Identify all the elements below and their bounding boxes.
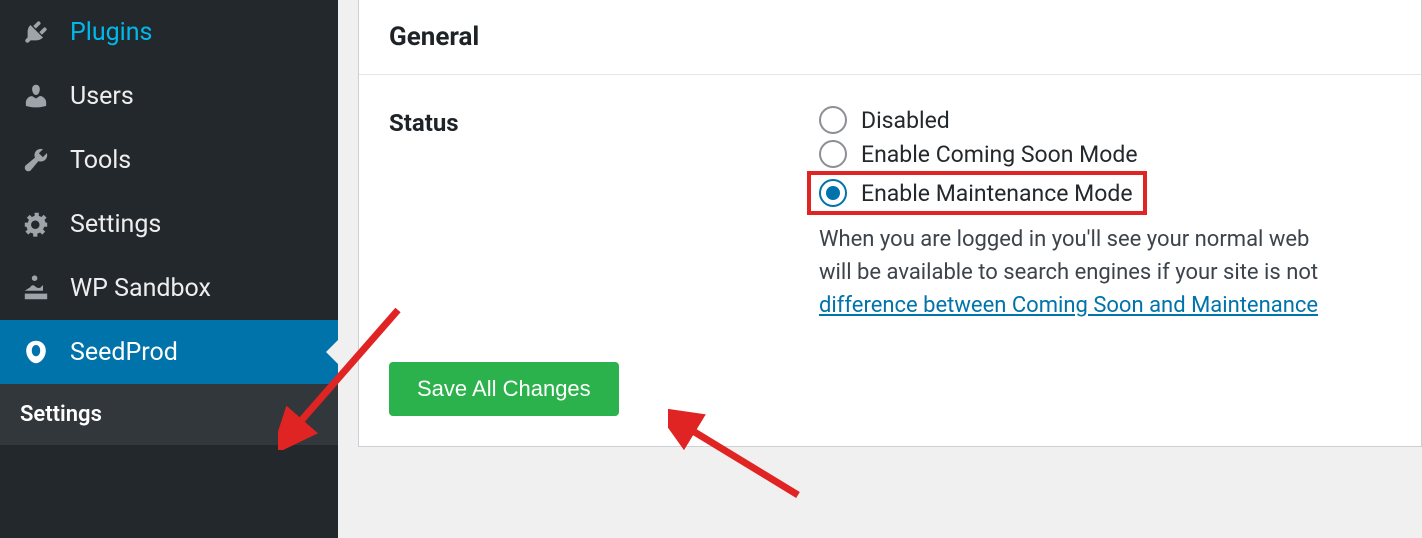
description-text: When you are logged in you'll see your n…: [819, 227, 1309, 252]
radio-input[interactable]: [819, 179, 847, 207]
status-row: Status Disabled Enable Coming Soon Mode …: [359, 75, 1421, 342]
description-link[interactable]: difference between Coming Soon and Maint…: [819, 293, 1318, 318]
radio-disabled[interactable]: Disabled: [819, 103, 1391, 137]
radio-label: Disabled: [861, 107, 950, 134]
sidebar-item-wpsandbox[interactable]: WP Sandbox: [0, 256, 338, 320]
sidebar-item-label: Tools: [70, 146, 131, 175]
sandbox-icon: [20, 272, 52, 304]
sidebar-item-users[interactable]: Users: [0, 64, 338, 128]
description-text: will be available to search engines if y…: [819, 260, 1318, 285]
highlight-annotation: Enable Maintenance Mode: [807, 171, 1147, 215]
status-controls: Disabled Enable Coming Soon Mode Enable …: [819, 103, 1391, 322]
content-area: General Status Disabled Enable Coming So…: [338, 0, 1422, 538]
radio-maintenance[interactable]: Enable Maintenance Mode: [819, 179, 1133, 207]
sidebar-submenu-settings[interactable]: Settings: [0, 384, 338, 445]
tools-icon: [20, 144, 52, 176]
radio-label: Enable Maintenance Mode: [861, 180, 1133, 207]
radio-input[interactable]: [819, 106, 847, 134]
settings-panel: General Status Disabled Enable Coming So…: [358, 0, 1422, 447]
status-label: Status: [389, 103, 819, 322]
sidebar-item-settings[interactable]: Settings: [0, 192, 338, 256]
radio-input[interactable]: [819, 140, 847, 168]
sidebar-item-label: WP Sandbox: [70, 274, 211, 303]
sidebar-item-label: SeedProd: [70, 338, 178, 367]
admin-sidebar: Plugins Users Tools Settings WP Sandbox …: [0, 0, 338, 538]
sidebar-item-label: Settings: [70, 210, 161, 239]
sidebar-item-label: Plugins: [70, 18, 152, 47]
plugin-icon: [20, 16, 52, 48]
status-description: When you are logged in you'll see your n…: [819, 223, 1391, 322]
settings-icon: [20, 208, 52, 240]
seedprod-icon: [20, 336, 52, 368]
radio-label: Enable Coming Soon Mode: [861, 141, 1138, 168]
sidebar-item-label: Users: [70, 82, 134, 111]
save-row: Save All Changes: [359, 342, 1421, 446]
sidebar-item-tools[interactable]: Tools: [0, 128, 338, 192]
users-icon: [20, 80, 52, 112]
radio-coming-soon[interactable]: Enable Coming Soon Mode: [819, 137, 1391, 171]
save-button[interactable]: Save All Changes: [389, 362, 619, 416]
panel-heading: General: [359, 0, 1421, 75]
sidebar-item-seedprod[interactable]: SeedProd: [0, 320, 338, 384]
sidebar-item-plugins[interactable]: Plugins: [0, 0, 338, 64]
